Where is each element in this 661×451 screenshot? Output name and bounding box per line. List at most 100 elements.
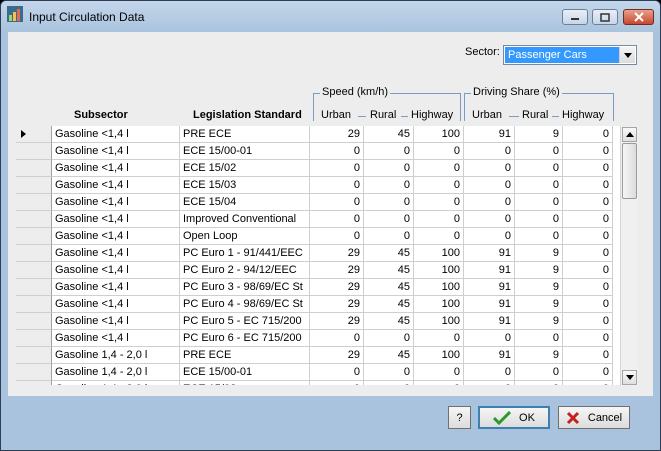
legislation-cell[interactable]: PC Euro 4 - 98/69/EC St	[180, 296, 310, 313]
legislation-cell[interactable]: PRE ECE	[180, 126, 310, 143]
share-highway-cell[interactable]: 0	[563, 194, 613, 211]
share-rural-cell[interactable]: 0	[515, 177, 563, 194]
legislation-cell[interactable]: ECE 15/00-01	[180, 143, 310, 160]
subsector-cell[interactable]: Gasoline <1,4 l	[52, 126, 180, 143]
speed-urban-cell[interactable]: 0	[310, 194, 364, 211]
row-indicator[interactable]	[16, 330, 52, 347]
legislation-cell[interactable]: PC Euro 6 - EC 715/200	[180, 330, 310, 347]
speed-highway-cell[interactable]: 0	[414, 160, 464, 177]
circulation-data-grid[interactable]: Gasoline <1,4 l PRE ECE 29 45 100 91 9 0 Gasolin…	[16, 126, 622, 385]
share-highway-cell[interactable]: 0	[563, 381, 613, 385]
speed-urban-cell[interactable]: 29	[310, 245, 364, 262]
share-rural-cell[interactable]: 9	[515, 347, 563, 364]
subsector-cell[interactable]: Gasoline <1,4 l	[52, 143, 180, 160]
share-rural-cell[interactable]: 0	[515, 160, 563, 177]
title-bar[interactable]: Input Circulation Data	[1, 1, 660, 33]
share-rural-cell[interactable]: 9	[515, 245, 563, 262]
share-rural-cell[interactable]: 9	[515, 279, 563, 296]
row-indicator[interactable]	[16, 381, 52, 385]
subsector-cell[interactable]: Gasoline <1,4 l	[52, 245, 180, 262]
row-indicator[interactable]	[16, 364, 52, 381]
scroll-down-button[interactable]	[622, 370, 637, 385]
share-rural-cell[interactable]: 0	[515, 228, 563, 245]
row-indicator[interactable]	[16, 279, 52, 296]
speed-highway-cell[interactable]: 100	[414, 296, 464, 313]
scroll-thumb[interactable]	[622, 143, 637, 199]
table-row[interactable]: Gasoline <1,4 l Open Loop 0 0 0 0 0 0	[16, 228, 622, 245]
share-rural-cell[interactable]: 0	[515, 143, 563, 160]
speed-highway-cell[interactable]: 0	[414, 194, 464, 211]
share-urban-cell[interactable]: 91	[464, 262, 515, 279]
share-rural-cell[interactable]: 9	[515, 262, 563, 279]
row-indicator[interactable]	[16, 211, 52, 228]
speed-highway-cell[interactable]: 100	[414, 262, 464, 279]
speed-rural-cell[interactable]: 0	[364, 160, 414, 177]
speed-rural-cell[interactable]: 0	[364, 330, 414, 347]
share-highway-cell[interactable]: 0	[563, 211, 613, 228]
table-row[interactable]: Gasoline <1,4 l ECE 15/03 0 0 0 0 0 0	[16, 177, 622, 194]
legislation-cell[interactable]: Improved Conventional	[180, 211, 310, 228]
share-rural-cell[interactable]: 0	[515, 211, 563, 228]
speed-rural-cell[interactable]: 0	[364, 228, 414, 245]
share-rural-cell[interactable]: 9	[515, 126, 563, 143]
speed-rural-cell[interactable]: 45	[364, 347, 414, 364]
share-urban-cell[interactable]: 0	[464, 177, 515, 194]
minimize-button[interactable]	[562, 9, 588, 25]
speed-rural-cell[interactable]: 0	[364, 177, 414, 194]
share-urban-cell[interactable]: 0	[464, 330, 515, 347]
speed-urban-cell[interactable]: 29	[310, 279, 364, 296]
legislation-cell[interactable]: PC Euro 3 - 98/69/EC St	[180, 279, 310, 296]
subsector-cell[interactable]: Gasoline <1,4 l	[52, 194, 180, 211]
speed-highway-cell[interactable]: 0	[414, 330, 464, 347]
speed-rural-cell[interactable]: 45	[364, 262, 414, 279]
speed-rural-cell[interactable]: 0	[364, 143, 414, 160]
share-rural-cell[interactable]: 0	[515, 381, 563, 385]
legislation-cell[interactable]: PRE ECE	[180, 347, 310, 364]
speed-urban-cell[interactable]: 29	[310, 347, 364, 364]
table-row[interactable]: Gasoline <1,4 l ECE 15/02 0 0 0 0 0 0	[16, 160, 622, 177]
share-highway-cell[interactable]: 0	[563, 330, 613, 347]
speed-urban-cell[interactable]: 0	[310, 330, 364, 347]
speed-urban-cell[interactable]: 29	[310, 296, 364, 313]
share-highway-cell[interactable]: 0	[563, 313, 613, 330]
speed-highway-cell[interactable]: 100	[414, 279, 464, 296]
subsector-cell[interactable]: Gasoline <1,4 l	[52, 211, 180, 228]
subsector-cell[interactable]: Gasoline 1,4 - 2,0 l	[52, 381, 180, 385]
table-row[interactable]: Gasoline 1,4 - 2,0 l PRE ECE 29 45 100 91 9 0	[16, 347, 622, 364]
row-indicator[interactable]	[16, 313, 52, 330]
table-row[interactable]: Gasoline <1,4 l PC Euro 3 - 98/69/EC St 29…	[16, 279, 622, 296]
table-row[interactable]: Gasoline <1,4 l ECE 15/00-01 0 0 0 0 0 0	[16, 143, 622, 160]
speed-urban-cell[interactable]: 0	[310, 364, 364, 381]
legislation-cell[interactable]: ECE 15/02	[180, 160, 310, 177]
share-urban-cell[interactable]: 0	[464, 381, 515, 385]
share-highway-cell[interactable]: 0	[563, 126, 613, 143]
speed-highway-cell[interactable]: 100	[414, 313, 464, 330]
legislation-cell[interactable]: Open Loop	[180, 228, 310, 245]
subsector-cell[interactable]: Gasoline <1,4 l	[52, 160, 180, 177]
share-rural-cell[interactable]: 0	[515, 194, 563, 211]
speed-highway-cell[interactable]: 0	[414, 211, 464, 228]
speed-rural-cell[interactable]: 45	[364, 245, 414, 262]
share-urban-cell[interactable]: 0	[464, 160, 515, 177]
subsector-cell[interactable]: Gasoline <1,4 l	[52, 228, 180, 245]
scroll-up-button[interactable]	[622, 127, 637, 142]
cancel-button[interactable]: Cancel	[558, 406, 630, 429]
share-rural-cell[interactable]: 9	[515, 313, 563, 330]
speed-highway-cell[interactable]: 0	[414, 228, 464, 245]
subsector-cell[interactable]: Gasoline <1,4 l	[52, 296, 180, 313]
share-urban-cell[interactable]: 0	[464, 211, 515, 228]
legislation-cell[interactable]: ECE 15/04	[180, 194, 310, 211]
table-row[interactable]: Gasoline <1,4 l PC Euro 5 - EC 715/200 29 4…	[16, 313, 622, 330]
speed-highway-cell[interactable]: 100	[414, 126, 464, 143]
share-urban-cell[interactable]: 0	[464, 194, 515, 211]
sector-selected-value[interactable]: Passenger Cars	[505, 47, 620, 63]
legislation-cell[interactable]: ECE 15/02	[180, 381, 310, 385]
grid-vertical-scrollbar[interactable]	[620, 126, 638, 386]
table-row[interactable]: Gasoline <1,4 l PC Euro 1 - 91/441/EEC 29 4…	[16, 245, 622, 262]
row-indicator[interactable]	[16, 262, 52, 279]
share-urban-cell[interactable]: 91	[464, 279, 515, 296]
share-rural-cell[interactable]: 0	[515, 364, 563, 381]
subsector-cell[interactable]: Gasoline <1,4 l	[52, 262, 180, 279]
speed-rural-cell[interactable]: 45	[364, 296, 414, 313]
speed-urban-cell[interactable]: 0	[310, 211, 364, 228]
